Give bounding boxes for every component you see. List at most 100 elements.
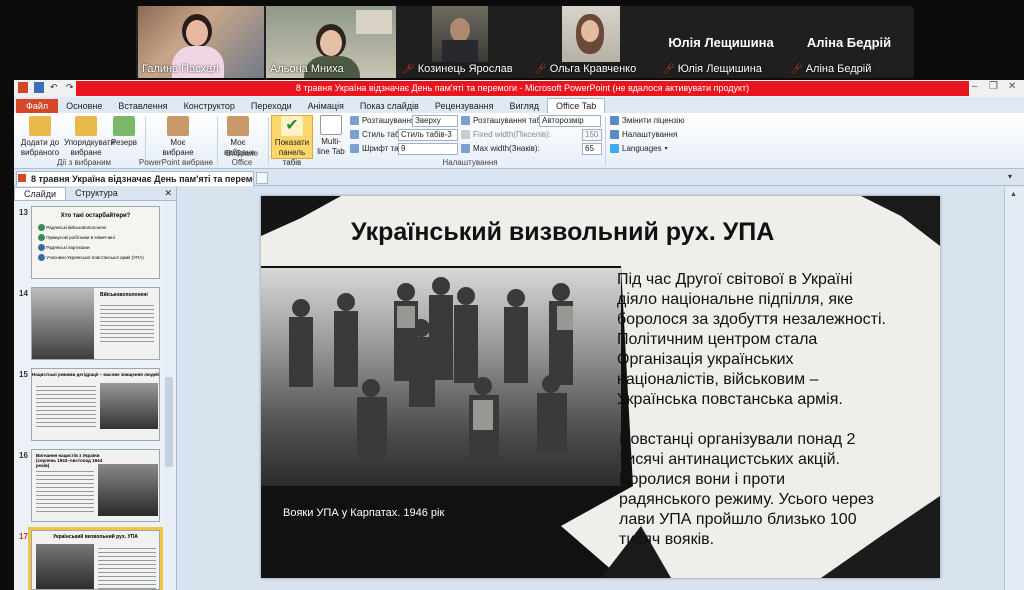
slide-canvas[interactable]: Вояки УПА у Карпатах. 1946 рік Українськ… xyxy=(261,196,940,578)
tab-slides[interactable]: Слайди xyxy=(14,187,67,200)
participant-tile[interactable]: 🎤︎ Ольга Кравченко xyxy=(530,6,656,78)
participant-name: 🎤︎ Аліна Бедрій xyxy=(790,63,872,75)
thumb-text xyxy=(36,468,94,514)
tab-position-select[interactable]: Авторозмір xyxy=(539,115,601,127)
slide-thumbnail[interactable]: Хто такі остарбайтери? Радянські військо… xyxy=(31,206,160,279)
tab-animation[interactable]: Анімація xyxy=(300,99,352,113)
slide-number: 17 xyxy=(19,532,28,541)
powerpoint-window: ↶ ↷ 8 травня Україна відзначає День пам'… xyxy=(14,80,1024,590)
width-icon xyxy=(461,130,470,139)
tab-transitions[interactable]: Переходи xyxy=(243,99,300,113)
slide-thumbnail[interactable]: Військовополонені xyxy=(31,287,160,360)
tab-style-select[interactable]: Стиль табів-3 xyxy=(398,129,458,141)
group-label: PowerPoint вибране xyxy=(138,158,214,167)
position-icon xyxy=(461,116,470,125)
placement-label: Розташування: xyxy=(350,116,417,125)
soldiers-silhouettes xyxy=(289,277,573,461)
tab-design[interactable]: Конструктор xyxy=(176,99,243,113)
folder-add-icon xyxy=(29,116,51,136)
reserve-button[interactable]: Резерв xyxy=(110,116,138,148)
editor-scrollbar[interactable]: ▲ xyxy=(1004,187,1024,590)
document-tab[interactable]: 8 травня Україна відзначає День пам'яті … xyxy=(16,171,254,186)
slide-thumbnail-selected[interactable]: Український визвольний рух. УПА xyxy=(28,527,163,590)
redo-icon[interactable]: ↷ xyxy=(66,82,76,93)
panel-tabs: Слайди Структура ✕ xyxy=(14,187,176,201)
tab-home[interactable]: Основне xyxy=(58,99,110,113)
slide-number: 13 xyxy=(19,208,28,217)
thumb-photo xyxy=(100,383,158,429)
tab-outline[interactable]: Структура xyxy=(66,187,127,200)
slide-number: 16 xyxy=(19,451,28,460)
mic-off-icon: 🎤︎ xyxy=(662,64,675,75)
max-width-label: Max width(Знаків): xyxy=(461,144,540,153)
languages-button[interactable]: Languages ▾ xyxy=(610,144,668,153)
thumb-text xyxy=(36,383,96,429)
participant-name: 🎤︎ Ольга Кравченко xyxy=(534,63,637,75)
close-icon[interactable]: ✕ xyxy=(160,187,176,200)
fixed-width-input[interactable]: 150 xyxy=(582,129,602,141)
tab-list-icon[interactable]: ▾ xyxy=(1008,172,1012,181)
slide-thumbnail[interactable]: Нацистські режими дегідрації – масове зн… xyxy=(31,368,160,441)
app-icon[interactable] xyxy=(18,82,28,93)
window-title: 8 травня Україна відзначає День пам'яті … xyxy=(76,81,969,96)
group-label: Дії з вибраним xyxy=(56,158,112,167)
tab-view[interactable]: Вигляд xyxy=(502,99,548,113)
tab-position-label: Розташування табів: xyxy=(461,116,549,125)
scroll-thumb[interactable] xyxy=(165,377,173,467)
license-icon xyxy=(610,116,619,125)
max-width-input[interactable]: 65 xyxy=(582,143,602,155)
settings-button[interactable]: Налаштування xyxy=(610,130,677,139)
participant-tile[interactable]: Галина Пасхал xyxy=(138,6,264,78)
backup-icon xyxy=(113,116,135,136)
thumbnail-scrollbar[interactable] xyxy=(163,202,175,590)
close-icon[interactable]: ✕ xyxy=(1008,81,1016,92)
slide-number: 15 xyxy=(19,370,28,379)
slide-thumbnail[interactable]: Вигнання нацистів з України (серпень 194… xyxy=(31,449,160,522)
width-icon xyxy=(461,144,470,153)
tab-slideshow[interactable]: Показ слайдів xyxy=(352,99,427,113)
tab-insert[interactable]: Вставлення xyxy=(110,99,175,113)
placement-select[interactable]: Зверху xyxy=(412,115,458,127)
tab-review[interactable]: Рецензування xyxy=(427,99,502,113)
add-favorite-button[interactable]: Додати до вибраного xyxy=(18,116,62,158)
tab-font-select[interactable]: 9 xyxy=(398,143,458,155)
participant-tile[interactable]: Альона Мниха xyxy=(266,6,396,78)
tab-office-tab[interactable]: Office Tab xyxy=(547,98,606,113)
show-tab-panel-button[interactable]: ✔ Показати панель табів xyxy=(271,115,313,167)
slide-number: 14 xyxy=(19,289,28,298)
group-label: Налаштування xyxy=(442,158,498,167)
placement-icon xyxy=(350,116,359,125)
thumb-title: Український визвольний рух. УПА xyxy=(53,534,138,540)
multiline-tab-button[interactable]: Multi-line Tab xyxy=(316,115,346,157)
save-icon[interactable] xyxy=(34,82,44,93)
participant-tile[interactable]: 🎤︎ Козинець Ярослав xyxy=(398,6,528,78)
mic-off-icon: 🎤︎ xyxy=(534,64,547,75)
participant-name: Альона Мниха xyxy=(270,63,344,75)
participant-name: 🎤︎ Козинець Ярослав xyxy=(402,63,513,75)
thumb-item: Радянські військовополонені xyxy=(38,223,159,233)
undo-icon[interactable]: ↶ xyxy=(50,82,60,93)
thumb-title: Хто такі остарбайтери? xyxy=(60,213,131,219)
thumb-photo xyxy=(98,464,158,516)
font-icon xyxy=(350,144,359,153)
gear-icon xyxy=(610,130,619,139)
organize-favorite-button[interactable]: Упорядкувати вибране xyxy=(64,116,115,158)
thumb-photo xyxy=(32,288,94,359)
thumb-title: Вигнання нацистів з України (серпень 194… xyxy=(36,453,103,468)
my-favorites-ppt-button[interactable]: Моє вибране xyxy=(154,116,202,158)
participant-tile[interactable]: Юлія Лещишина 🎤︎ Юлія Лещишина xyxy=(658,6,784,78)
group-label: Вибране Office xyxy=(225,149,259,167)
change-license-button[interactable]: Змінити ліцензію xyxy=(610,116,685,125)
tab-file[interactable]: Файл xyxy=(16,99,59,113)
restore-icon[interactable]: ❐ xyxy=(989,81,998,92)
book-icon xyxy=(227,116,249,136)
thumb-title: Військовополонені xyxy=(100,292,148,298)
new-tab-button[interactable] xyxy=(256,172,268,184)
participant-tile[interactable]: Аліна Бедрій 🎤︎ Аліна Бедрій xyxy=(786,6,912,78)
divider xyxy=(268,117,269,165)
historical-photo xyxy=(261,268,621,486)
slide-title: Український визвольний рух. УПА xyxy=(351,218,775,246)
minimize-icon[interactable]: – xyxy=(972,81,978,92)
scroll-up-icon[interactable]: ▲ xyxy=(1010,191,1017,198)
ribbon-tabs: Файл Основне Вставлення Конструктор Пере… xyxy=(14,97,1024,113)
